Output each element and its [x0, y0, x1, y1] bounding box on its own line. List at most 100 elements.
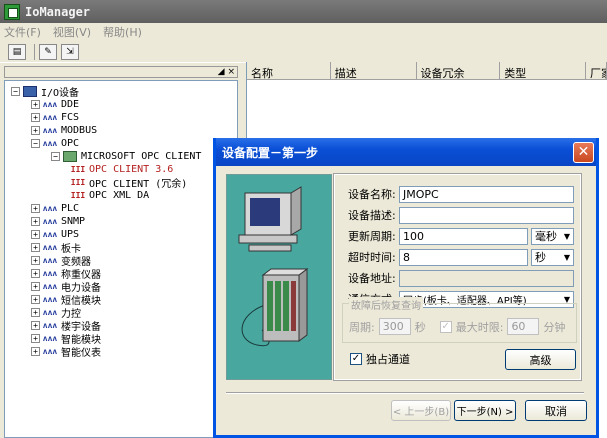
column-description[interactable]: 描述	[331, 62, 417, 79]
tree-item[interactable]: + ʌʌʌ FCS	[5, 111, 237, 124]
next-button[interactable]: 下一步(N) >	[454, 400, 516, 421]
expand-icon[interactable]: +	[31, 282, 40, 291]
update-period-input[interactable]: 100	[399, 227, 528, 245]
network-icon: ʌʌʌ	[42, 100, 58, 109]
window-title: IoManager	[25, 4, 91, 19]
tree-item-opc-client[interactable]: III OPC CLIENT (冗余)	[5, 176, 237, 190]
column-vendor[interactable]: 厂家	[586, 62, 607, 79]
expand-icon[interactable]: +	[31, 269, 40, 278]
collapse-icon[interactable]: −	[51, 152, 60, 161]
network-icon: ʌʌʌ	[42, 334, 58, 343]
expand-icon[interactable]: +	[31, 217, 40, 226]
network-icon: ʌʌʌ	[42, 243, 58, 252]
tree-item[interactable]: + ʌʌʌ 短信模块	[5, 293, 237, 307]
network-icon: ʌʌʌ	[42, 113, 58, 122]
network-icon: ʌʌʌ	[42, 282, 58, 291]
tree-item[interactable]: − ʌʌʌ OPC	[5, 137, 237, 150]
tree-item[interactable]: + ʌʌʌ SNMP	[5, 215, 237, 228]
device-address-label: 设备地址:	[348, 272, 396, 285]
tree-item[interactable]: + ʌʌʌ 称重仪器	[5, 267, 237, 281]
expand-icon[interactable]: +	[31, 230, 40, 239]
network-icon: ʌʌʌ	[42, 126, 58, 135]
exclusive-channel-checkbox[interactable]: ✓	[350, 353, 362, 365]
max-time-label: 最大时限:	[455, 320, 504, 334]
tree-item[interactable]: + ʌʌʌ 板卡	[5, 241, 237, 255]
menu-help[interactable]: 帮助(H)	[103, 24, 142, 40]
tree-item[interactable]: + ʌʌʌ PLC	[5, 202, 237, 215]
pane-header[interactable]: ◢ ×	[4, 66, 238, 78]
edit-icon[interactable]: ✎	[39, 43, 57, 60]
expand-icon[interactable]: +	[31, 308, 40, 317]
period-unit-select[interactable]: 毫秒 ▼	[531, 227, 574, 245]
cancel-button[interactable]: 取消	[525, 400, 587, 421]
tree-item-opc-server[interactable]: − MICROSOFT OPC CLIENT	[5, 150, 237, 163]
column-name[interactable]: 名称	[247, 62, 331, 79]
network-icon: ʌʌʌ	[42, 217, 58, 226]
timeout-unit-select[interactable]: 秒 ▼	[531, 248, 574, 266]
tree-root[interactable]: − I/O设备	[5, 85, 237, 99]
max-time-unit: 分钟	[543, 320, 566, 334]
network-icon: ʌʌʌ	[42, 308, 58, 317]
tree-item[interactable]: + ʌʌʌ MODBUS	[5, 124, 237, 137]
tree-view-icon[interactable]: ▤	[8, 43, 26, 60]
exclusive-channel-label: 独占通道	[366, 353, 410, 366]
expand-icon[interactable]: +	[31, 126, 40, 135]
tree-item[interactable]: + ʌʌʌ 楼宇设备	[5, 319, 237, 333]
max-time-checkbox: ✓	[439, 320, 452, 333]
device-config-dialog: 设备配置－第一步 ✕ 设备名称: JMOPC 设备描述: 更新周期: 100 毫…	[213, 138, 599, 438]
collapse-icon[interactable]: −	[11, 87, 20, 96]
menu-file[interactable]: 文件(F)	[4, 24, 41, 40]
exit-icon[interactable]: ⇲	[61, 43, 79, 60]
max-time-input: 60	[507, 318, 540, 335]
expand-icon[interactable]: +	[31, 204, 40, 213]
device-address-input	[399, 269, 574, 287]
tree-item[interactable]: + ʌʌʌ DDE	[5, 98, 237, 111]
list-header: 名称 描述 设备冗余 类型 厂家	[247, 62, 607, 80]
network-icon: ʌʌʌ	[42, 321, 58, 330]
app-icon	[4, 3, 20, 20]
expand-icon[interactable]: +	[31, 334, 40, 343]
expand-icon[interactable]: +	[31, 100, 40, 109]
expand-icon[interactable]: +	[31, 321, 40, 330]
expand-icon[interactable]: +	[31, 295, 40, 304]
expand-icon[interactable]: +	[31, 347, 40, 356]
device-name-input[interactable]: JMOPC	[399, 185, 574, 203]
column-type[interactable]: 类型	[500, 62, 587, 79]
collapse-icon[interactable]: −	[31, 139, 40, 148]
update-period-label: 更新周期:	[348, 230, 396, 243]
expand-icon[interactable]: +	[31, 113, 40, 122]
advanced-button[interactable]: 高级	[505, 349, 576, 370]
expand-icon[interactable]: +	[31, 256, 40, 265]
exclusive-channel[interactable]: ✓ 独占通道	[350, 351, 410, 367]
close-icon[interactable]: ✕	[573, 142, 594, 163]
config-form: 设备名称: JMOPC 设备描述: 更新周期: 100 毫秒 ▼ 超时时间: 8 …	[333, 173, 582, 381]
column-redundancy[interactable]: 设备冗余	[417, 62, 501, 79]
opc-driver-icon: III	[70, 178, 86, 187]
network-icon: ʌʌʌ	[42, 347, 58, 356]
tree-item[interactable]: + ʌʌʌ 力控	[5, 306, 237, 320]
opc-driver-icon: III	[70, 191, 86, 200]
menu-view[interactable]: 视图(V)	[53, 24, 91, 40]
tree-item[interactable]: + ʌʌʌ 智能仪表	[5, 345, 237, 359]
chevron-down-icon: ▼	[563, 252, 570, 262]
tree-item-opc-client[interactable]: III OPC XML DA	[5, 189, 237, 202]
device-desc-input[interactable]	[399, 206, 574, 224]
network-icon: ʌʌʌ	[42, 230, 58, 239]
timeout-label: 超时时间:	[348, 251, 396, 264]
toolbar: ▤ ✎ ⇲	[0, 41, 607, 63]
expand-icon[interactable]: +	[31, 243, 40, 252]
tree-item[interactable]: + ʌʌʌ 变频器	[5, 254, 237, 268]
computer-device-illustration	[238, 186, 309, 347]
dialog-titlebar: 设备配置－第一步 ✕	[216, 138, 596, 166]
recover-period-input: 300	[378, 318, 411, 335]
recovery-group: 故障后恢复查询 周期: 300 秒 ✓ 最大时限: 60 分钟	[342, 297, 577, 343]
recovery-group-title: 故障后恢复查询	[349, 297, 423, 312]
dialog-title: 设备配置－第一步	[222, 145, 319, 160]
tree-item[interactable]: + ʌʌʌ 智能模块	[5, 332, 237, 346]
network-icon: ʌʌʌ	[42, 269, 58, 278]
device-tree[interactable]: − I/O设备 + ʌʌʌ DDE + ʌʌʌ FCS + ʌʌʌ MODBUS…	[4, 80, 238, 438]
tree-item[interactable]: + ʌʌʌ 电力设备	[5, 280, 237, 294]
menubar: 文件(F) 视图(V) 帮助(H)	[0, 23, 607, 41]
tree-item[interactable]: + ʌʌʌ UPS	[5, 228, 237, 241]
timeout-input[interactable]: 8	[399, 248, 528, 266]
